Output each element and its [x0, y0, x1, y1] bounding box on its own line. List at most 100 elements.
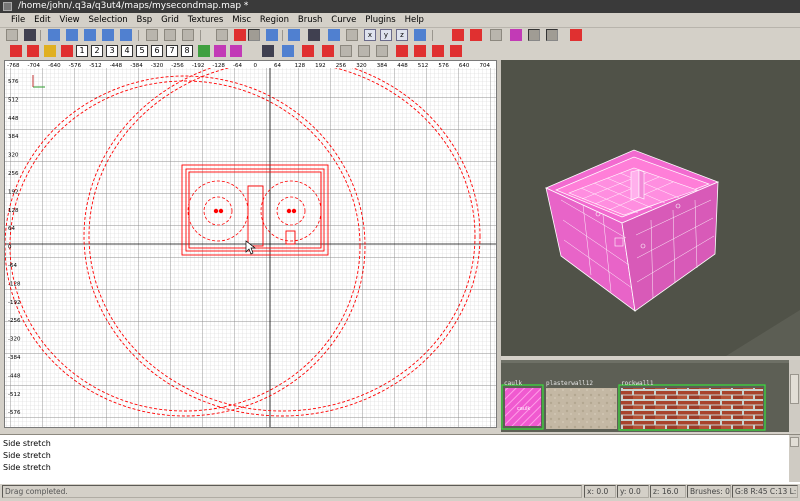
ruler-label-x: -256 [171, 63, 184, 69]
filter-hints-icon[interactable] [322, 45, 334, 57]
menu-curve[interactable]: Curve [328, 13, 359, 27]
size-to-fit-icon[interactable] [164, 29, 176, 41]
filter-details-icon[interactable] [302, 45, 314, 57]
ruler-label-y: 192 [8, 189, 19, 195]
flip-y-icon[interactable] [84, 29, 96, 41]
plugin-icon[interactable] [570, 29, 582, 41]
ruler-label-y: -256 [8, 318, 21, 324]
drag-tool-icon[interactable] [546, 29, 558, 41]
grid-canvas[interactable]: -768 -704 -640 -576 -512 -448 -384 -320 -256 -192… [5, 61, 497, 428]
save-map-icon[interactable] [24, 29, 36, 41]
ruler-label-x: -64 [233, 63, 242, 69]
filter-triggers-icon[interactable] [414, 45, 426, 57]
texture-lock-icon[interactable] [308, 29, 320, 41]
csg-merge-icon[interactable] [248, 29, 260, 41]
ruler-label-y: 576 [8, 79, 19, 85]
menu-help[interactable]: Help [402, 13, 427, 27]
change-view-icon[interactable] [288, 29, 300, 41]
texture-scrollbar[interactable] [789, 360, 800, 432]
scale-tool-icon[interactable] [510, 29, 522, 41]
menu-grid[interactable]: Grid [158, 13, 182, 27]
texture-tool-icon[interactable] [490, 29, 502, 41]
view-y-button[interactable]: y [380, 29, 392, 41]
filter-lights-icon[interactable] [214, 45, 226, 57]
view-x-button[interactable]: x [364, 29, 376, 41]
grid-6-button[interactable]: 6 [151, 45, 163, 57]
grid-4-button[interactable]: 4 [121, 45, 133, 57]
select-partial-icon[interactable] [182, 29, 194, 41]
filter-clusterportals-icon[interactable] [198, 45, 210, 57]
ruler-label-y: 64 [8, 226, 15, 232]
grid-2-button[interactable]: 2 [91, 45, 103, 57]
menu-edit[interactable]: Edit [31, 13, 53, 27]
menu-bsp[interactable]: Bsp [134, 13, 156, 27]
filter-paths-icon[interactable] [230, 45, 242, 57]
menu-misc[interactable]: Misc [229, 13, 254, 27]
camera-canvas[interactable] [501, 60, 800, 356]
texture-caulk[interactable]: caulk [501, 384, 544, 430]
filter-structural-icon[interactable] [358, 45, 370, 57]
brush-select-icon[interactable] [470, 29, 482, 41]
open-map-icon[interactable] [6, 29, 18, 41]
rotate-x-icon[interactable] [66, 29, 78, 41]
grid-1-button[interactable]: 1 [76, 45, 88, 57]
csg-subtract-icon[interactable] [216, 29, 228, 41]
menu-region[interactable]: Region [257, 13, 292, 27]
menu-selection[interactable]: Selection [86, 13, 131, 27]
filter-caulk-icon[interactable] [340, 45, 352, 57]
menu-view[interactable]: View [56, 13, 82, 27]
filter-curves-icon[interactable] [450, 45, 462, 57]
grid-5-button[interactable]: 5 [136, 45, 148, 57]
flip-z-icon[interactable] [120, 29, 132, 41]
cubic-clip-icon[interactable] [328, 29, 340, 41]
ruler-label-y: 128 [8, 208, 19, 214]
texture-plasterwall12[interactable] [546, 388, 617, 429]
window-title: /home/john/.q3a/q3ut4/maps/mysecondmap.m… [18, 1, 249, 11]
menu-plugins[interactable]: Plugins [362, 13, 398, 27]
flip-x-icon[interactable] [48, 29, 60, 41]
ruler-label-x: -384 [130, 63, 143, 69]
patch-tool-icon[interactable] [414, 29, 426, 41]
camera-3d-view[interactable] [501, 60, 800, 356]
filter-clip-icon[interactable] [262, 45, 274, 57]
complete-tall-icon[interactable] [146, 29, 158, 41]
ruler-label-x: 448 [397, 63, 408, 69]
filter-misc-icon[interactable] [432, 45, 444, 57]
menu-textures[interactable]: Textures [185, 13, 227, 27]
camera-view-icon[interactable] [346, 29, 358, 41]
filter-botclip-icon[interactable] [376, 45, 388, 57]
texture-rockwall1[interactable] [618, 384, 766, 431]
menu-brush[interactable]: Brush [295, 13, 326, 27]
filter-translucent-icon[interactable] [61, 45, 73, 57]
rotate-tool-icon[interactable] [528, 29, 540, 41]
ruler-label-y: -512 [8, 392, 20, 398]
csg-hollow-icon[interactable] [234, 29, 246, 41]
console-scrollbar[interactable] [789, 435, 800, 482]
texture-browser[interactable]: caulk caulk plasterwall12 rockwall1 [501, 360, 789, 432]
ruler-label-x: -128 [212, 63, 225, 69]
status-y: y: 0.0 [617, 485, 649, 498]
entity-icon[interactable] [452, 29, 464, 41]
rotate-y-icon[interactable] [102, 29, 114, 41]
filter-areaportals-icon[interactable] [44, 45, 56, 57]
filter-patches-icon[interactable] [282, 45, 294, 57]
status-z: z: 16.0 [650, 485, 686, 498]
filter-world-icon[interactable] [10, 45, 22, 57]
grid-8-button[interactable]: 8 [181, 45, 193, 57]
filter-entities-icon[interactable] [27, 45, 39, 57]
grid-3-button[interactable]: 3 [106, 45, 118, 57]
grid-7-button[interactable]: 7 [166, 45, 178, 57]
ruler-label-x: 64 [274, 63, 281, 69]
xy-grid-view[interactable]: -768 -704 -640 -576 -512 -448 -384 -320 -256 -192… [4, 60, 497, 428]
ruler-label-x: -448 [110, 63, 123, 69]
ruler-label-x: 0 [254, 63, 258, 69]
view-z-button[interactable]: z [396, 29, 408, 41]
ruler-label-y: -192 [8, 300, 20, 306]
menu-file[interactable]: File [8, 13, 28, 27]
clipper-icon[interactable] [266, 29, 278, 41]
console-log[interactable]: Side stretch Side stretch Side stretch [0, 434, 800, 483]
ruler-label-y: 512 [8, 97, 19, 103]
filter-models-icon[interactable] [396, 45, 408, 57]
app-icon [3, 2, 12, 11]
ruler-label-y: -320 [8, 337, 21, 343]
